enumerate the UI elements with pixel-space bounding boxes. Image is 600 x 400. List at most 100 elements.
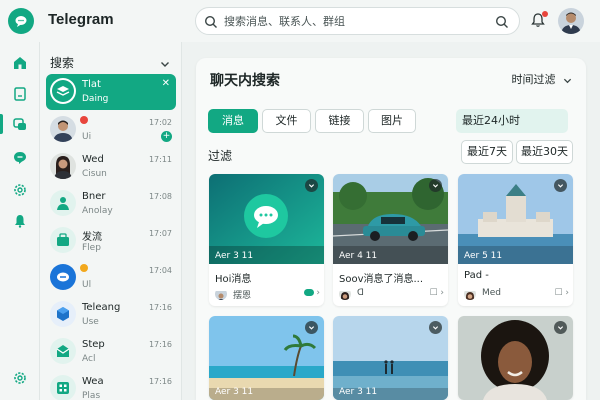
chat-item[interactable]: Step Acl 17:16 (46, 334, 176, 370)
rail-active-indicator (0, 114, 3, 134)
unread-badge: + (161, 131, 172, 142)
search-input[interactable] (224, 12, 484, 30)
chat-preview: Daing (82, 94, 109, 104)
chat-time: 17:16 (148, 377, 172, 386)
status-dot (80, 116, 88, 124)
chat-name: Tlat (82, 79, 101, 90)
card-date: Aer 4 11 (339, 251, 378, 261)
chat-name: Wea (82, 376, 104, 387)
chat-item[interactable]: Ui 17:02 + (46, 112, 176, 148)
close-icon[interactable]: ✕ (162, 78, 170, 89)
download-icon[interactable] (429, 179, 442, 192)
chat-avatar (50, 338, 76, 364)
tab-files[interactable]: 文件 (262, 109, 311, 133)
chat-preview: Ul (82, 280, 92, 290)
card-title: Soov消息了消息... (339, 274, 424, 285)
bubble-icon[interactable] (12, 150, 28, 166)
download-icon[interactable] (554, 179, 567, 192)
card-actions[interactable]: › (303, 288, 320, 298)
tab-images[interactable]: 图片 (368, 109, 416, 133)
chevron-down-icon[interactable] (160, 54, 170, 73)
download-icon[interactable] (429, 321, 442, 334)
chat-name: Step (82, 339, 105, 350)
card-thumbnail: Aer 5 11 (458, 174, 573, 264)
download-icon[interactable] (554, 321, 567, 334)
chat-item[interactable]: Tlat Daing ✕ (46, 74, 176, 110)
tab-links[interactable]: 链接 (315, 109, 364, 133)
app-title: Telegram (48, 11, 114, 28)
chat-time: 17:02 (148, 118, 172, 127)
status-dot (80, 264, 88, 272)
navigation-rail (0, 42, 40, 400)
chat-preview: Acl (82, 354, 96, 364)
card-thumbnail (458, 316, 573, 400)
sender-avatar (464, 288, 476, 300)
chat-name: 发流 (82, 232, 102, 243)
card-date: Aer 3 11 (215, 251, 254, 261)
card-date: Aer 3 11 (339, 387, 378, 397)
card-thumbnail: Aer 3 11 (333, 316, 448, 400)
card-date: Aer 3 11 (215, 387, 254, 397)
card-thumbnail: Aer 3 11 (209, 174, 324, 264)
card-actions[interactable]: ☐ › (429, 288, 444, 298)
chat-time: 17:04 (148, 266, 172, 275)
chat-item[interactable]: 发流 Flep 17:07 (46, 223, 176, 259)
chat-item[interactable]: Ul 17:04 (46, 260, 176, 296)
chat-list: 搜索 Tlat Daing ✕ Ui 17:02 + Wed Cisun 17:… (40, 42, 182, 400)
result-card[interactable]: Aer 3 11 (333, 316, 448, 400)
user-avatar[interactable] (558, 8, 584, 34)
global-search[interactable] (195, 7, 520, 35)
recent-24h-filter[interactable]: 最近24小时 (456, 109, 568, 133)
chat-item[interactable]: Bner Anolay 17:08 (46, 186, 176, 222)
chat-time: 17:16 (148, 303, 172, 312)
result-card[interactable]: Aer 5 11 Pad - Med ☐ › (458, 174, 573, 306)
contacts-book-icon[interactable] (12, 86, 28, 102)
bell-icon[interactable] (12, 213, 28, 229)
chat-time: 17:16 (148, 340, 172, 349)
preferences-gear-icon[interactable] (12, 370, 28, 386)
card-title: Pad - (464, 270, 489, 281)
tab-messages[interactable]: 消息 (208, 109, 258, 133)
sender-name: 摆恩 (233, 291, 252, 301)
result-card[interactable]: Aer 4 11 Soov消息了消息... ᗡ ☐ › (333, 174, 448, 306)
chat-list-header[interactable]: 搜索 (50, 52, 176, 70)
chat-preview: Flep (82, 243, 101, 253)
card-thumbnail: Aer 4 11 (333, 174, 448, 264)
chat-avatar (50, 190, 76, 216)
card-actions[interactable]: ☐ › (554, 288, 569, 298)
card-footer: ᗡ ☐ › (339, 288, 444, 300)
sender-avatar (215, 288, 227, 300)
result-card[interactable]: Aer 3 11 Hoi消息 摆恩 › (209, 174, 324, 306)
chat-item[interactable]: Wea Plas 17:16 (46, 371, 176, 400)
sender-avatar (339, 288, 351, 300)
chats-icon[interactable] (12, 117, 28, 133)
card-title: Hoi消息 (215, 274, 252, 285)
last-30-days-chip[interactable]: 最近30天 (516, 140, 573, 164)
result-card[interactable] (458, 316, 573, 400)
time-filter-dropdown[interactable]: 时间过滤 (512, 71, 573, 87)
telegram-logo-icon[interactable] (8, 8, 34, 34)
chat-name: Bner (82, 191, 106, 202)
home-icon[interactable] (12, 55, 28, 71)
chat-item[interactable]: Wed Cisun 17:11 (46, 149, 176, 185)
filter-label: 过滤 (208, 149, 233, 163)
search-submit-icon[interactable] (495, 14, 509, 33)
chat-avatar (50, 153, 76, 179)
download-icon[interactable] (305, 321, 318, 334)
chat-time: 17:08 (148, 192, 172, 201)
chat-name: Wed (82, 154, 104, 165)
result-card[interactable]: Aer 3 11 (209, 316, 324, 400)
card-footer: 摆恩 › (215, 288, 320, 301)
chat-preview: Plas (82, 391, 101, 400)
last-7-days-chip[interactable]: 最近7天 (461, 140, 513, 164)
chat-time: 17:11 (148, 155, 172, 164)
in-chat-search-panel: 聊天内搜索 时间过滤 消息 文件 链接 图片 最近24小时 过滤 最近7天 最近… (196, 58, 586, 400)
settings-gear-icon[interactable] (12, 182, 28, 198)
download-icon[interactable] (305, 179, 318, 192)
chat-list-title: 搜索 (50, 56, 75, 70)
chat-item[interactable]: Teleang Use 17:16 (46, 297, 176, 333)
chat-time: 17:07 (148, 229, 172, 238)
chat-avatar (50, 301, 76, 327)
chat-avatar (50, 264, 76, 290)
sender-name: ᗡ (357, 288, 364, 298)
